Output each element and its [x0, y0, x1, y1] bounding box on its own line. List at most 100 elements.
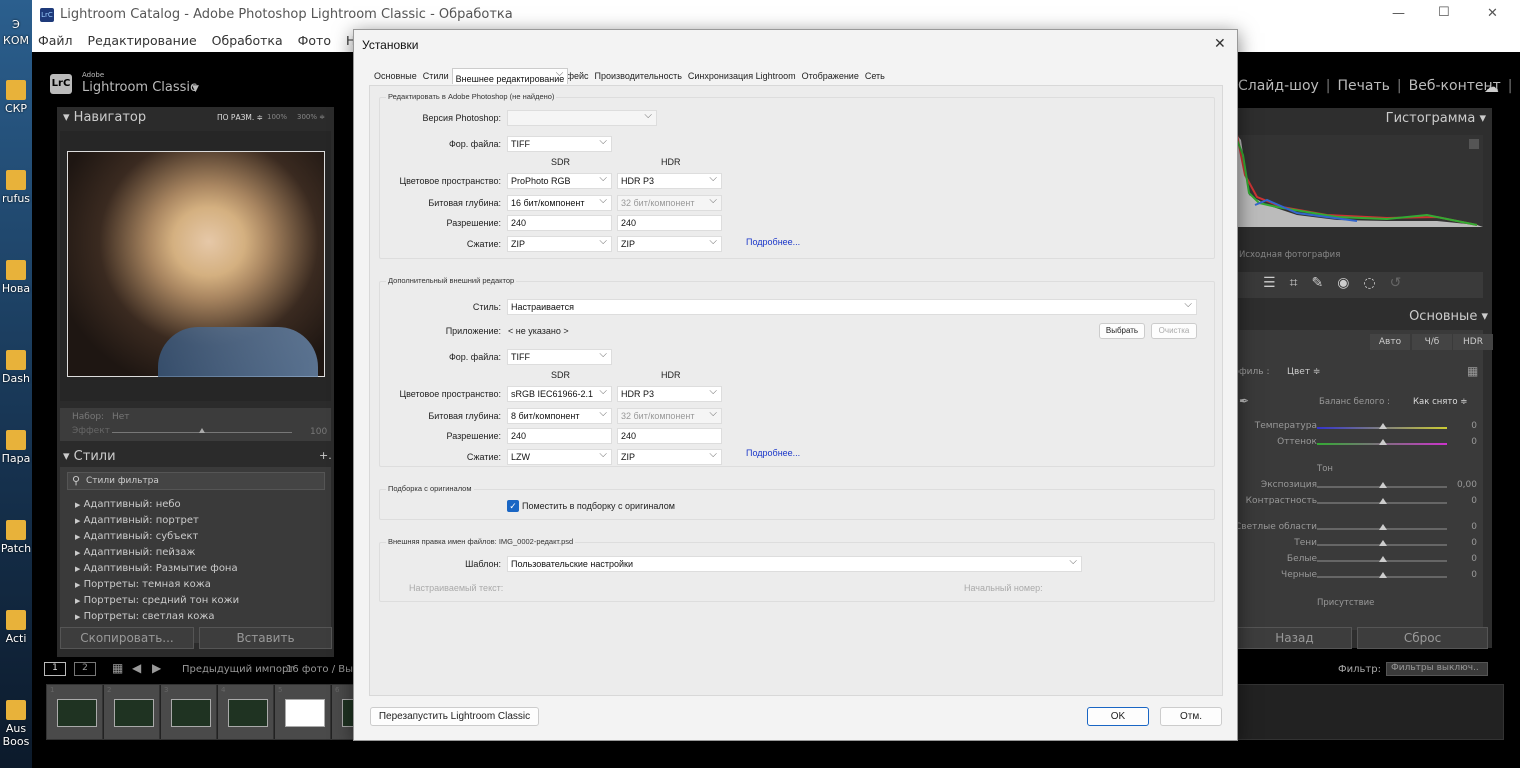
style-group-item[interactable]: ▶ Адаптивный: небо — [75, 499, 181, 510]
navigator-preview-photo[interactable] — [67, 151, 325, 377]
forward-arrow-icon[interactable]: ▶ — [152, 661, 161, 675]
ext-more-link[interactable]: Подробнее... — [746, 448, 800, 458]
menu-item[interactable]: Фото — [298, 33, 331, 48]
desktop-icon[interactable]: Нова — [0, 260, 32, 295]
profile-select[interactable]: Цвет ≑ — [1287, 367, 1320, 377]
masking-icon[interactable]: ◌ — [1363, 275, 1389, 291]
filmstrip-thumbnail[interactable]: 5 — [275, 685, 331, 739]
tab[interactable]: Стили — [420, 68, 452, 84]
desktop-icon[interactable]: Э — [0, 18, 32, 31]
ext-sdr-bit-depth-select[interactable]: 8 бит/компонент — [507, 407, 612, 424]
desktop-icon[interactable]: rufus — [0, 170, 32, 205]
healing-icon[interactable]: ✎ — [1311, 275, 1337, 291]
grid-icon[interactable]: ▦ — [112, 661, 123, 675]
style-group-item[interactable]: ▶ Адаптивный: субъект — [75, 531, 198, 542]
desktop-icon[interactable]: Aus Boos — [0, 700, 32, 748]
histogram-header[interactable]: Гистограмма ▾ — [1386, 111, 1486, 126]
slider-thumb[interactable] — [199, 428, 205, 433]
style-group-item[interactable]: ▶ Портреты: темная кожа — [75, 579, 211, 590]
navigator-header[interactable]: ▾ Навигатор — [63, 110, 146, 125]
desktop-icon[interactable]: Patch — [0, 520, 32, 555]
brand-name[interactable]: Lightroom Classic — [82, 80, 197, 95]
undo-icon[interactable]: ↺ — [1390, 275, 1416, 291]
ext-sdr-color-space-select[interactable]: sRGB IEC61966-2.1 — [507, 385, 612, 402]
slider-thumb[interactable] — [1379, 439, 1387, 445]
zoom-300[interactable]: 300% ≑ — [297, 113, 325, 121]
hdr-button[interactable]: HDR — [1453, 334, 1493, 350]
basic-header[interactable]: Основные ▾ — [1409, 309, 1488, 324]
menu-item[interactable]: Файл — [38, 33, 73, 48]
ps-file-format-select[interactable]: TIFF — [507, 135, 612, 152]
styles-filter-input[interactable]: ⚲ Стили фильтра — [67, 472, 325, 490]
ps-sdr-bit-depth-select[interactable]: 16 бит/компонент — [507, 194, 612, 211]
close-dialog-button[interactable]: ✕ — [1214, 35, 1226, 52]
ps-hdr-color-space-select[interactable]: HDR P3 — [617, 172, 722, 189]
slider-thumb[interactable] — [1379, 540, 1387, 546]
slider-thumb[interactable] — [1379, 423, 1387, 429]
photoshop-version-select[interactable] — [507, 109, 657, 126]
slider-thumb[interactable] — [1379, 572, 1387, 578]
ps-hdr-compression-select[interactable]: ZIP — [617, 235, 722, 252]
reset-button[interactable]: Сброс — [1357, 627, 1488, 649]
add-style-icon[interactable]: +. — [319, 449, 332, 462]
menu-item[interactable]: Обработка — [212, 33, 283, 48]
tab[interactable]: Производительность — [592, 68, 685, 84]
profile-browser-icon[interactable]: ▦ — [1467, 364, 1478, 378]
style-group-item[interactable]: ▶ Адаптивный: портрет — [75, 515, 199, 526]
stack-checkbox[interactable]: ✓ — [507, 500, 519, 512]
preset-style-select[interactable]: Настраивается — [507, 298, 1197, 315]
slider-thumb[interactable] — [1379, 524, 1387, 530]
tab[interactable]: Основные — [371, 68, 420, 84]
paste-settings-button[interactable]: Вставить — [199, 627, 332, 649]
previous-button[interactable]: Назад — [1237, 627, 1352, 649]
ps-sdr-compression-select[interactable]: ZIP — [507, 235, 612, 252]
tab[interactable]: Внешнее редактирование — [451, 67, 569, 84]
maximize-button[interactable]: ☐ — [1438, 5, 1450, 20]
desktop-icon[interactable]: КОМ — [0, 34, 32, 47]
edit-sliders-icon[interactable]: ☰ — [1263, 275, 1290, 291]
ext-hdr-resolution-input[interactable]: 240 — [617, 428, 722, 444]
bw-button[interactable]: Ч/б — [1412, 334, 1452, 350]
cloud-icon[interactable]: ☁ — [1484, 78, 1499, 96]
stack-checkbox-label[interactable]: Поместить в подборку с оригиналом — [522, 501, 675, 511]
back-arrow-icon[interactable]: ◀ — [132, 661, 141, 675]
styles-header[interactable]: ▾ Стили — [63, 449, 116, 464]
wb-eyedropper-icon[interactable]: ✒ — [1239, 394, 1249, 408]
filmstrip-thumbnail[interactable]: 4 — [218, 685, 274, 739]
filmstrip-thumbnail[interactable]: 3 — [161, 685, 217, 739]
ok-button[interactable]: OK — [1087, 707, 1149, 726]
ext-sdr-compression-select[interactable]: LZW — [507, 448, 612, 465]
filmstrip-source[interactable]: Предыдущий импорт — [182, 664, 294, 675]
minimize-button[interactable]: — — [1392, 6, 1405, 21]
style-group-item[interactable]: ▶ Адаптивный: пейзаж — [75, 547, 195, 558]
auto-button[interactable]: Авто — [1370, 334, 1410, 350]
style-group-item[interactable]: ▶ Портреты: средний тон кожи — [75, 595, 239, 606]
tab[interactable]: Синхронизация Lightroom — [685, 68, 799, 84]
module-tab[interactable]: Печать — [1338, 78, 1390, 94]
naming-template-select[interactable]: Пользовательские настройки — [507, 555, 1082, 572]
ext-hdr-color-space-select[interactable]: HDR P3 — [617, 385, 722, 402]
ps-sdr-color-space-select[interactable]: ProPhoto RGB — [507, 172, 612, 189]
clear-app-button[interactable]: Очистка — [1151, 323, 1197, 339]
red-eye-icon[interactable]: ◉ — [1337, 275, 1363, 291]
filmstrip-thumbnail[interactable]: 1 — [47, 685, 103, 739]
style-group-item[interactable]: ▶ Адаптивный: Размытие фона — [75, 563, 238, 574]
choose-app-button[interactable]: Выбрать — [1099, 323, 1145, 339]
filmstrip-thumbnail[interactable]: 2 — [104, 685, 160, 739]
ps-hdr-bit-depth-select[interactable]: 32 бит/компонент — [617, 194, 722, 211]
ps-hdr-resolution-input[interactable]: 240 — [617, 215, 722, 231]
restart-lightroom-button[interactable]: Перезапустить Lightroom Classic — [370, 707, 539, 726]
ps-sdr-resolution-input[interactable]: 240 — [507, 215, 612, 231]
ext-file-format-select[interactable]: TIFF — [507, 348, 612, 365]
desktop-icon[interactable]: СКР — [0, 80, 32, 115]
desktop-icon[interactable]: Acti — [0, 610, 32, 645]
tab[interactable]: Сеть — [862, 68, 888, 84]
style-group-item[interactable]: ▶ Портреты: светлая кожа — [75, 611, 215, 622]
slider-thumb[interactable] — [1379, 498, 1387, 504]
menu-item[interactable]: Редактирование — [88, 33, 197, 48]
close-window-button[interactable]: ✕ — [1487, 6, 1498, 21]
tab[interactable]: Отображение — [799, 68, 862, 84]
caret-down-icon[interactable]: ▼ — [192, 84, 199, 94]
ext-hdr-compression-select[interactable]: ZIP — [617, 448, 722, 465]
zoom-fit[interactable]: ПО РАЗМ. ≑ — [217, 113, 263, 122]
